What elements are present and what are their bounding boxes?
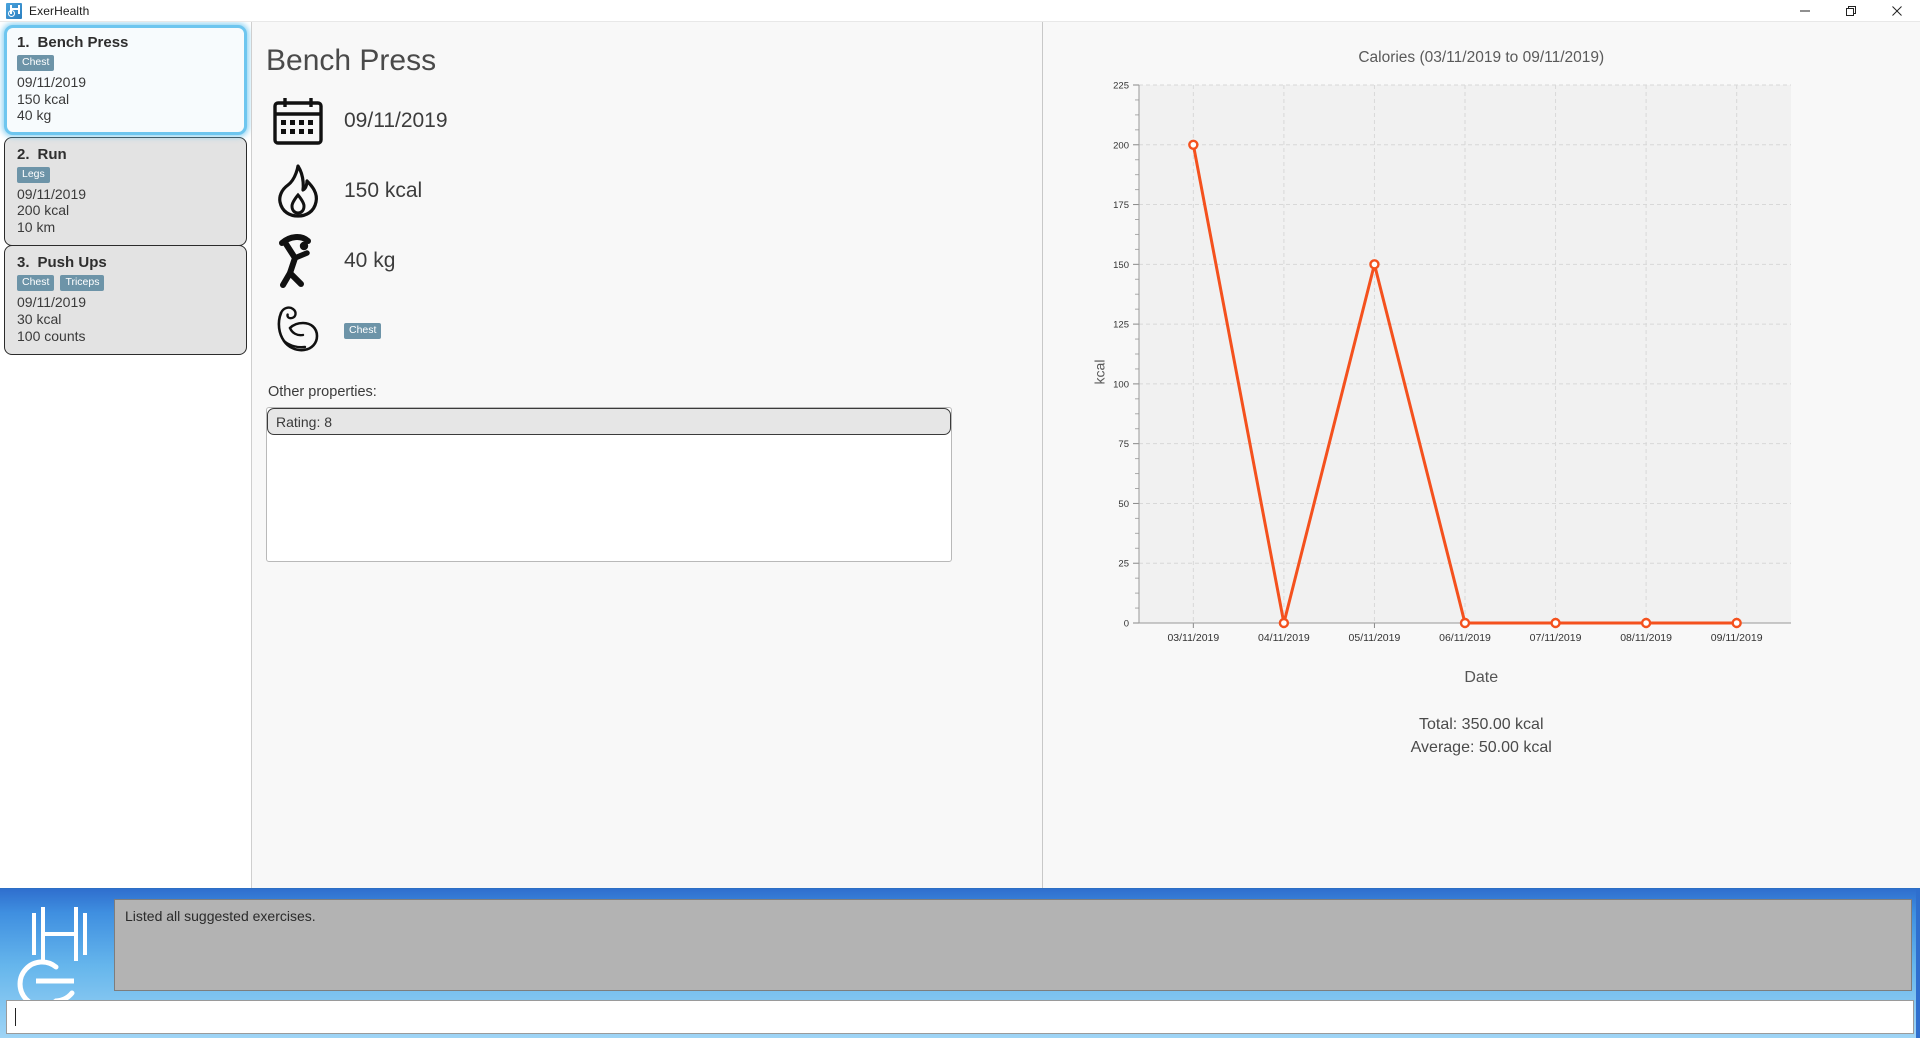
exercise-card-title: 1. Bench Press — [17, 34, 234, 51]
x-axis-tick-label: 08/11/2019 — [1620, 632, 1672, 644]
console-scrollbar[interactable] — [1916, 889, 1920, 1038]
muscle-tag: Chest — [17, 55, 55, 72]
y-axis-tick-label: 100 — [1113, 379, 1129, 390]
y-axis-tick-label: 175 — [1113, 200, 1129, 211]
x-axis-tick-label: 09/11/2019 — [1710, 632, 1762, 644]
close-button[interactable] — [1874, 0, 1920, 22]
exercise-person-icon — [266, 230, 330, 292]
chart-total: Total: 350.00 kcal — [1418, 716, 1544, 733]
exercise-card-calories: 30 kcal — [17, 310, 62, 327]
exercise-card[interactable]: 2. Run Legs 09/11/2019 200 kcal 10 km — [4, 136, 247, 247]
chart-data-point[interactable] — [1187, 139, 1199, 150]
muscle-tag: Triceps — [60, 275, 105, 292]
window-controls — [1782, 0, 1920, 22]
x-axis-tick-label: 03/11/2019 — [1167, 632, 1219, 644]
x-axis-tick-label: 05/11/2019 — [1348, 632, 1400, 644]
exercise-card-number: 1. — [17, 34, 30, 51]
exercise-card-title: 2. Run — [17, 146, 234, 163]
y-axis-tick-label: 150 — [1113, 260, 1129, 271]
y-axis-tick-label: 125 — [1113, 320, 1129, 331]
y-axis-tick-label: 200 — [1113, 140, 1129, 151]
muscle-tag: Legs — [17, 166, 50, 183]
window-title: ExerHealth — [29, 3, 90, 18]
detail-date-row: 09/11/2019 — [266, 86, 1042, 156]
chart-data-point[interactable] — [1368, 259, 1380, 270]
exercise-card-title: 3. Push Ups — [17, 254, 234, 271]
chart-data-point[interactable] — [1278, 617, 1289, 629]
detail-measure-row: 40 kg — [266, 226, 1042, 296]
exercise-card-date: 09/11/2019 — [17, 74, 87, 91]
y-axis-tick-label: 50 — [1118, 499, 1129, 510]
exercise-card-name: Run — [37, 145, 67, 163]
console-panel: Listed all suggested exercises. — [0, 888, 1920, 1038]
console-log: Listed all suggested exercises. — [114, 899, 1912, 991]
x-axis-tick-label: 07/11/2019 — [1529, 632, 1581, 644]
window-titlebar: ExerHealth — [0, 0, 1920, 22]
chart-data-point[interactable] — [1459, 617, 1470, 629]
console-log-message: Listed all suggested exercises. — [125, 908, 316, 924]
exercise-card-tags: Chest — [17, 55, 234, 72]
detail-muscle-row: Chest — [266, 296, 1042, 366]
text-caret — [15, 1008, 16, 1026]
command-input[interactable] — [6, 1000, 1914, 1034]
x-axis-tick-label: 06/11/2019 — [1439, 632, 1491, 644]
muscle-tag: Chest — [17, 275, 55, 292]
chart-average: Average: 50.00 kcal — [1410, 739, 1552, 757]
exercise-card-measure: 40 kg — [17, 107, 52, 124]
exercise-card-number: 2. — [17, 145, 30, 163]
chart-data-point[interactable] — [1640, 617, 1651, 629]
chart-title: Calories (03/11/2019 to 09/11/2019) — [1358, 49, 1605, 66]
exercise-card-measure: 10 km — [17, 218, 56, 235]
exercise-card-date: 09/11/2019 — [17, 294, 87, 311]
exercise-card-tags: Legs — [17, 166, 234, 183]
maximize-button[interactable] — [1828, 0, 1874, 22]
exercise-list[interactable]: 1. Bench Press Chest 09/11/2019 150 kcal 40 k… — [0, 22, 252, 888]
y-axis-tick-label: 75 — [1118, 439, 1129, 450]
detail-measure-value: 40 kg — [344, 249, 396, 272]
chart-data-point[interactable] — [1730, 617, 1742, 629]
detail-date-value: 09/11/2019 — [344, 109, 448, 132]
exercise-detail-panel: Bench Press 09/11/2019 150 kcal 40 kg Ch… — [252, 22, 1043, 888]
chart-summary: Total: 350.00 kcal Average: 50.00 kcal — [1043, 713, 1920, 759]
main-content: 1. Bench Press Chest 09/11/2019 150 kcal 40 k… — [0, 22, 1920, 888]
app-logo-icon — [6, 2, 22, 19]
other-properties-list[interactable]: Rating: 8 — [266, 407, 952, 562]
exercise-card[interactable]: 1. Bench Press Chest 09/11/2019 150 kcal 40 k… — [4, 25, 247, 135]
exercise-card[interactable]: 3. Push Ups Chest Triceps 09/11/2019 30 kcal 1… — [4, 245, 247, 356]
detail-calories-value: 150 kcal — [344, 179, 423, 202]
chart-svg: 0 25 50 75 100 125 150 175 200 225 03/11/2019 04/11… — [1113, 81, 1791, 644]
other-properties-label: Other properties: — [268, 384, 377, 400]
exercise-card-name: Push Ups — [37, 254, 107, 272]
chart-data-point[interactable] — [1549, 617, 1561, 629]
exercise-card-measure: 100 counts — [17, 327, 86, 344]
calories-chart-panel: Calories (03/11/2019 to 09/11/2019) kcal… — [1042, 22, 1920, 888]
exercise-card-calories: 200 kcal — [17, 202, 70, 219]
x-axis-tick-label: 04/11/2019 — [1257, 632, 1309, 644]
chart-y-axis-label: kcal — [1090, 359, 1107, 385]
exercise-card-name: Bench Press — [37, 34, 129, 51]
exercise-card-tags: Chest Triceps — [17, 275, 234, 292]
exercise-card-calories: 150 kcal — [17, 90, 70, 107]
page-title: Bench Press — [266, 44, 437, 77]
property-item[interactable]: Rating: 8 — [267, 408, 951, 435]
detail-muscle-tag: Chest — [344, 322, 382, 340]
chart-plot-area: kcal 0 25 50 75 100 125 150 175 200 225 03/11/2019… — [1081, 77, 1891, 667]
y-axis-tick-label: 25 — [1118, 559, 1129, 570]
chart-x-axis-label: Date — [1464, 669, 1499, 686]
flame-icon — [266, 160, 330, 222]
exercise-card-number: 3. — [17, 254, 30, 272]
calendar-icon — [266, 90, 330, 152]
y-axis-tick-label: 0 — [1123, 619, 1128, 630]
muscle-arm-icon — [266, 300, 330, 362]
exercise-card-date: 09/11/2019 — [17, 185, 87, 202]
detail-calories-row: 150 kcal — [266, 156, 1042, 226]
y-axis-tick-label: 225 — [1113, 81, 1129, 92]
minimize-button[interactable] — [1782, 0, 1828, 22]
